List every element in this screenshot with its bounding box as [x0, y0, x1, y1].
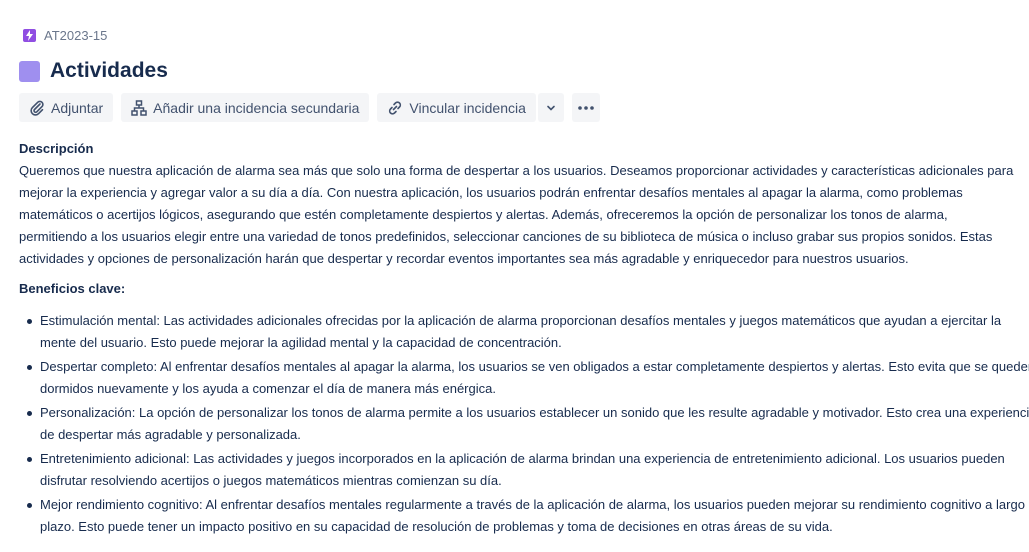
description-label: Descripción — [19, 141, 94, 156]
link-issue-button[interactable]: Vincular incidencia — [377, 93, 536, 122]
link-issue-split-button: Vincular incidencia — [377, 93, 564, 122]
link-issue-label: Vincular incidencia — [409, 99, 526, 116]
toolbar: Adjuntar Añadir una incidencia secundari… — [19, 93, 600, 122]
list-item: Entretenimiento adicional: Las actividad… — [27, 448, 1029, 492]
link-icon — [389, 100, 402, 115]
list-item: Personalización: La opción de personaliz… — [27, 402, 1029, 446]
epic-color-square — [19, 60, 40, 82]
add-child-issue-button[interactable]: Añadir una incidencia secundaria — [121, 93, 370, 122]
description-text[interactable]: Queremos que nuestra aplicación de alarm… — [19, 160, 1019, 270]
breadcrumb: AT2023-15 — [23, 28, 107, 43]
paperclip-icon — [30, 100, 44, 116]
benefits-list: Estimulación mental: Las actividades adi… — [19, 310, 1029, 540]
issue-key-link[interactable]: AT2023-15 — [44, 28, 107, 43]
more-actions-button[interactable] — [571, 93, 600, 122]
title-row: Actividades — [19, 59, 168, 83]
add-child-issue-label: Añadir una incidencia secundaria — [153, 99, 360, 116]
link-issue-dropdown-button[interactable] — [537, 93, 564, 122]
page-title[interactable]: Actividades — [50, 59, 168, 83]
list-item: Mejor rendimiento cognitivo: Al enfrenta… — [27, 494, 1029, 538]
hierarchy-icon — [131, 99, 147, 116]
lightning-icon — [23, 29, 36, 42]
more-icon — [578, 105, 594, 110]
attach-button-label: Adjuntar — [51, 99, 104, 116]
attach-button[interactable]: Adjuntar — [19, 93, 114, 122]
list-item: Despertar completo: Al enfrentar desafío… — [27, 356, 1029, 400]
benefits-heading: Beneficios clave: — [19, 281, 126, 296]
list-item: Estimulación mental: Las actividades adi… — [27, 310, 1029, 354]
chevron-down-icon — [547, 105, 555, 111]
